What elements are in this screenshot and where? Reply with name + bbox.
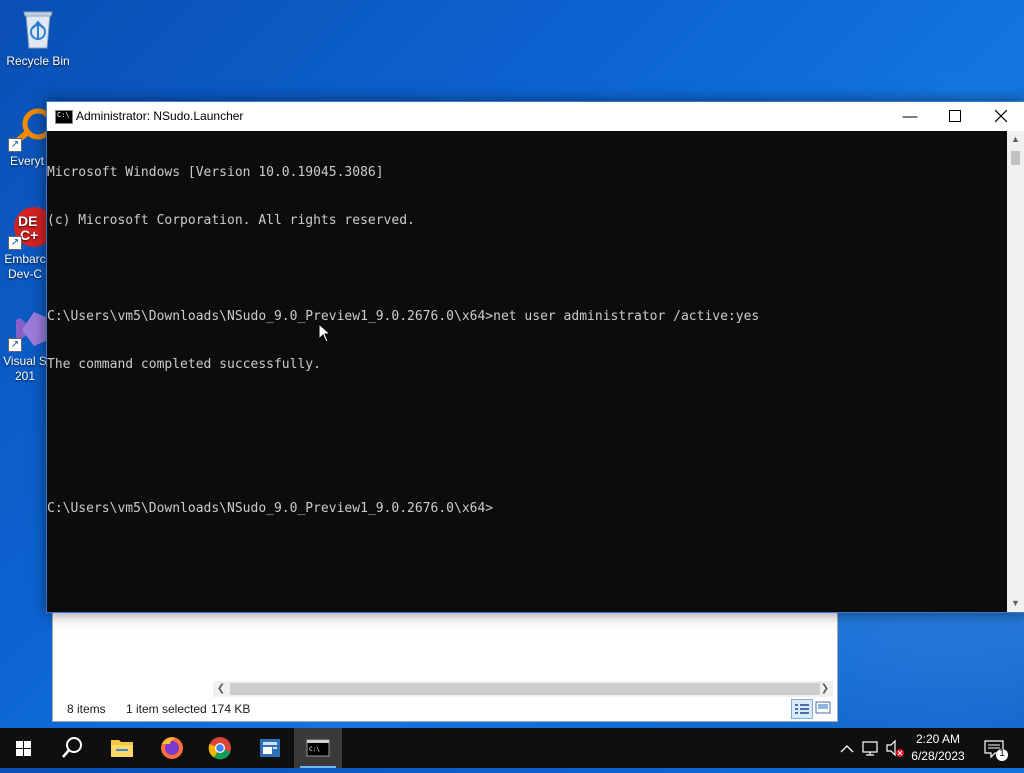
desktop-icon-label: Everyt (10, 154, 45, 168)
scrollbar-thumb[interactable] (1011, 151, 1020, 165)
console-line: Microsoft Windows [Version 10.0.19045.30… (47, 165, 384, 180)
details-view-button[interactable] (791, 699, 813, 719)
status-bar: 8 items 1 item selected 174 KB (53, 697, 837, 720)
mouse-cursor-icon (318, 323, 332, 343)
search-icon (62, 737, 82, 758)
console-window[interactable]: Administrator: NSudo.Launcher — Microsof… (46, 101, 1024, 613)
window-title: Administrator: NSudo.Launcher (76, 109, 244, 123)
start-button[interactable] (0, 728, 48, 768)
chrome-icon (208, 737, 231, 760)
maximize-icon (949, 110, 961, 122)
volume-tray-button[interactable] (884, 728, 906, 768)
volume-muted-icon (886, 739, 904, 757)
close-icon (994, 109, 1008, 123)
recycle-bin-icon (18, 8, 58, 50)
notification-icon (984, 740, 1008, 761)
desktop-icon-everything[interactable]: ↗ Everyt (0, 108, 50, 168)
console-prompt[interactable]: C:\Users\vm5\Downloads\NSudo_9.0_Preview… (47, 501, 1007, 517)
horizontal-scrollbar[interactable]: ❮ ❯ (213, 681, 833, 697)
shortcut-arrow-icon: ↗ (8, 138, 22, 152)
scroll-down-icon[interactable]: ▼ (1007, 595, 1024, 612)
firefox-icon (161, 737, 183, 759)
vertical-scrollbar[interactable]: ▲ ▼ (1007, 131, 1024, 612)
action-center-button[interactable]: 1 (978, 728, 1014, 768)
desktop-icon-label: Recycle Bin (6, 54, 70, 68)
taskbar: C:\ 2:20 AM 6/28/2023 1 (0, 728, 1024, 768)
devcpp-icon: DE C+ ↗ (8, 206, 50, 250)
svg-text:C+: C+ (20, 227, 38, 243)
scroll-left-icon[interactable]: ❮ (213, 681, 229, 697)
visual-studio-icon: ↗ (8, 308, 50, 352)
search-button[interactable] (48, 728, 96, 768)
svg-text:C:\: C:\ (309, 746, 320, 753)
everything-search-icon: ↗ (8, 108, 50, 152)
selection-count: 1 item selected (126, 702, 207, 716)
minimize-button[interactable]: — (887, 102, 933, 131)
show-hidden-icons-button[interactable] (836, 728, 858, 768)
command-prompt-icon: C:\ (306, 739, 330, 757)
selection-size: 174 KB (211, 702, 251, 716)
chevron-up-icon (840, 745, 854, 753)
firefox-taskbar-button[interactable] (148, 728, 196, 768)
large-icons-view-icon (815, 701, 831, 714)
network-document-icon (260, 739, 280, 757)
console-app-icon (55, 110, 73, 124)
details-view-icon (795, 704, 809, 714)
minimize-icon: — (902, 108, 918, 125)
desktop-icon-label: Visual S 201 (3, 354, 47, 383)
desktop-icon-embarcadero-devcpp[interactable]: DE C+ ↗ Embarc Dev-C (0, 206, 50, 282)
large-icons-view-button[interactable] (813, 699, 833, 717)
windows-logo-icon (16, 741, 31, 756)
chrome-taskbar-button[interactable] (196, 728, 244, 768)
desktop-icon-recycle-bin[interactable]: Recycle Bin (0, 8, 76, 68)
title-bar[interactable]: Administrator: NSudo.Launcher — (47, 102, 1024, 131)
clock-time: 2:20 AM (915, 732, 961, 746)
desktop-icon-label: Embarc Dev-C (4, 252, 46, 281)
clock-date: 6/28/2023 (911, 749, 965, 763)
notification-count: 1 (999, 748, 1005, 759)
item-count: 8 items (67, 702, 106, 716)
shortcut-arrow-icon: ↗ (8, 236, 22, 250)
network-tray-button[interactable] (860, 728, 882, 768)
folder-icon (111, 740, 133, 757)
network-icon (862, 741, 878, 756)
file-explorer-window[interactable]: ❮ ❯ 8 items 1 item selected 174 KB (52, 600, 838, 722)
console-line: (c) Microsoft Corporation. All rights re… (47, 213, 415, 228)
system-clock[interactable]: 2:20 AM 6/28/2023 (908, 731, 968, 765)
command-prompt-taskbar-button[interactable]: C:\ (294, 728, 342, 768)
file-explorer-taskbar-button[interactable] (98, 728, 146, 768)
maximize-button[interactable] (932, 102, 978, 131)
scroll-right-icon[interactable]: ❯ (817, 681, 833, 697)
console-line: C:\Users\vm5\Downloads\NSudo_9.0_Preview… (47, 309, 760, 324)
scroll-up-icon[interactable]: ▲ (1007, 131, 1024, 148)
console-output[interactable]: Microsoft Windows [Version 10.0.19045.30… (47, 131, 1007, 614)
scrollbar-thumb[interactable] (230, 683, 820, 695)
network-setup-taskbar-button[interactable] (246, 728, 294, 768)
shortcut-arrow-icon: ↗ (8, 338, 22, 352)
close-button[interactable] (978, 102, 1024, 131)
desktop-icon-visual-studio[interactable]: ↗ Visual S 201 (0, 308, 50, 384)
console-line: The command completed successfully. (47, 357, 321, 372)
